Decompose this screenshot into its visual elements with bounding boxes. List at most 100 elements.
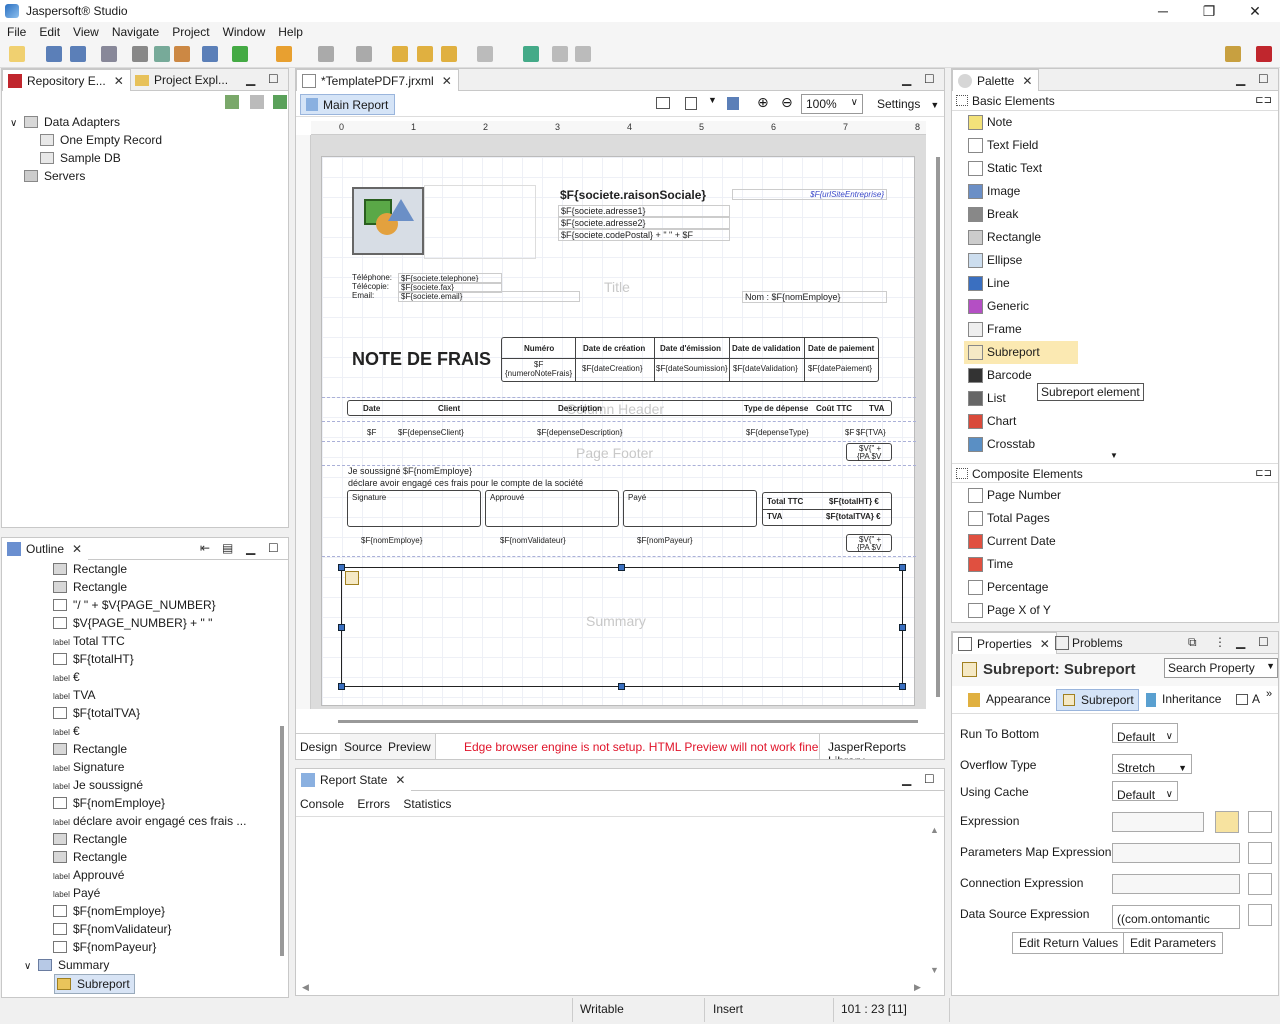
email-field[interactable]: $F{societe.email} bbox=[398, 291, 580, 302]
filter-icon[interactable]: ▤ bbox=[222, 541, 233, 555]
palette-item-ellipse[interactable]: Ellipse bbox=[952, 249, 1278, 272]
scroll-right-icon[interactable]: ▶ bbox=[914, 982, 921, 993]
open-folder-icon[interactable] bbox=[1215, 811, 1239, 833]
jaspersoft-perspective-icon[interactable] bbox=[1256, 46, 1272, 62]
outline-item[interactable]: $F{totalTVA} bbox=[53, 704, 288, 722]
note-de-frais-title[interactable]: NOTE DE FRAIS bbox=[352, 349, 491, 370]
tab-appearance[interactable]: Appearance bbox=[960, 689, 1055, 711]
back-icon[interactable] bbox=[392, 46, 408, 62]
outline-item[interactable]: Rectangle bbox=[53, 830, 288, 848]
save-icon[interactable] bbox=[46, 46, 62, 62]
tree-summary[interactable]: ∨ Summary bbox=[2, 956, 288, 974]
minimize-icon[interactable]: ▁ bbox=[1236, 635, 1245, 649]
palette-item-frame[interactable]: Frame bbox=[952, 318, 1278, 341]
minimize-icon[interactable]: ▁ bbox=[246, 541, 255, 555]
basic-elements-header[interactable]: Basic Elements ⊏⊐ bbox=[952, 91, 1278, 111]
site-field[interactable]: $F{urlSiteEntreprise} bbox=[732, 189, 887, 200]
connection-input[interactable] bbox=[1112, 874, 1240, 894]
edit-parameters-button[interactable]: Edit Parameters bbox=[1123, 932, 1224, 954]
palette-item-text-field[interactable]: Text Field bbox=[952, 134, 1278, 157]
perspective-icon[interactable] bbox=[1225, 46, 1241, 62]
maximize-icon[interactable]: ☐ bbox=[924, 772, 935, 786]
outline-item[interactable]: Rectangle bbox=[53, 740, 288, 758]
more-options-icon[interactable]: ⋮ bbox=[1214, 635, 1226, 649]
header-info-table[interactable]: Numéro Date de création Date d'émission … bbox=[501, 337, 879, 382]
tab-properties[interactable]: Properties ✕ bbox=[952, 632, 1057, 654]
outline-item[interactable]: label TVA bbox=[53, 686, 288, 704]
maximize-icon[interactable]: ☐ bbox=[268, 541, 279, 555]
maximize-icon[interactable]: ☐ bbox=[268, 72, 279, 86]
new-view-icon[interactable]: ⧉ bbox=[1188, 635, 1197, 650]
data-source-input[interactable]: ((com.ontomantic bbox=[1112, 905, 1240, 929]
menu-file[interactable]: File bbox=[0, 22, 32, 39]
expression-editor-icon[interactable] bbox=[1248, 873, 1272, 895]
scroll-down-icon[interactable]: ▼ bbox=[930, 965, 939, 975]
maximize-icon[interactable]: ☐ bbox=[1258, 72, 1269, 86]
outline-item[interactable]: $F{totalHT} bbox=[53, 650, 288, 668]
tool-icon[interactable] bbox=[276, 46, 292, 62]
palette-item-total-pages[interactable]: Total Pages bbox=[952, 507, 1278, 530]
outline-item[interactable]: $F{nomEmploye} bbox=[53, 794, 288, 812]
open-perspective-icon[interactable] bbox=[523, 46, 539, 62]
zoom-out-icon[interactable]: ⊖ bbox=[781, 94, 793, 111]
menu-navigate[interactable]: Navigate bbox=[105, 22, 165, 39]
compile-icon[interactable] bbox=[727, 97, 739, 110]
collapse-all-icon[interactable]: ⇤ bbox=[200, 541, 210, 555]
approuve-box[interactable]: Approuvé bbox=[485, 490, 619, 527]
outline-item[interactable]: label Je soussigné bbox=[53, 776, 288, 794]
minimize-button[interactable]: ─ bbox=[1140, 0, 1186, 22]
outline-item[interactable]: label Total TTC bbox=[53, 632, 288, 650]
palette-item-page-x-of-y[interactable]: Page X of Y bbox=[952, 599, 1278, 622]
palette-item-note[interactable]: Note bbox=[952, 111, 1278, 134]
scroll-down-icon[interactable]: ▼ bbox=[1110, 451, 1118, 460]
menu-edit[interactable]: Edit bbox=[32, 22, 66, 39]
outline-item[interactable]: label Payé bbox=[53, 884, 288, 902]
close-icon[interactable]: ✕ bbox=[114, 74, 124, 88]
telephone-label[interactable]: Téléphone: bbox=[352, 273, 392, 282]
expression-editor-icon[interactable] bbox=[1248, 842, 1272, 864]
edit-return-values-button[interactable]: Edit Return Values bbox=[1012, 932, 1126, 954]
outline-item[interactable]: label Approuvé bbox=[53, 866, 288, 884]
tab-project-explorer[interactable]: Project Expl... bbox=[130, 69, 234, 91]
close-window-button[interactable]: ✕ bbox=[1232, 0, 1278, 22]
jasperreports-library-button[interactable]: JasperReports Library bbox=[819, 734, 944, 759]
add-server-icon[interactable] bbox=[273, 95, 287, 109]
forward-icon[interactable] bbox=[417, 46, 433, 62]
scroll-up-icon[interactable]: ▲ bbox=[930, 825, 939, 835]
minimize-icon[interactable]: ▁ bbox=[902, 72, 911, 86]
palette-item-current-date[interactable]: Current Date bbox=[952, 530, 1278, 553]
tab-preview[interactable]: Preview bbox=[384, 734, 436, 759]
tab-outline[interactable]: Outline ✕ bbox=[2, 538, 89, 560]
minimize-icon[interactable]: ▁ bbox=[902, 772, 911, 786]
paye-box[interactable]: Payé bbox=[623, 490, 757, 527]
outline-scrollbar[interactable] bbox=[280, 726, 284, 956]
layout-icon[interactable] bbox=[656, 97, 670, 109]
nom-employe-field[interactable]: Nom : $F{nomEmploye} bbox=[742, 291, 887, 303]
logo-image[interactable] bbox=[352, 187, 424, 255]
outline-item[interactable]: $V{PAGE_NUMBER} + " " bbox=[53, 614, 288, 632]
close-icon[interactable]: ✕ bbox=[1040, 637, 1050, 651]
expression-editor-icon[interactable] bbox=[1248, 811, 1272, 833]
palette-item-subreport[interactable]: Subreport bbox=[964, 341, 1078, 364]
menu-help[interactable]: Help bbox=[271, 22, 309, 39]
preview-format-icon[interactable] bbox=[685, 97, 697, 110]
fax-label[interactable]: Télécopie: bbox=[352, 282, 389, 291]
canvas-vscroll[interactable] bbox=[936, 157, 940, 697]
save-all-icon[interactable] bbox=[70, 46, 86, 62]
nav-back-icon[interactable] bbox=[441, 46, 457, 62]
outline-item[interactable]: $F{nomValidateur} bbox=[53, 920, 288, 938]
tree-data-adapters[interactable]: ∨ Data Adapters bbox=[10, 113, 288, 131]
compile-icon[interactable] bbox=[101, 46, 117, 62]
palette-item-break[interactable]: Break bbox=[952, 203, 1278, 226]
settings-dropdown[interactable]: Settings ▼ bbox=[874, 95, 942, 113]
add-data-adapter-icon[interactable] bbox=[225, 95, 239, 109]
maximize-icon[interactable]: ☐ bbox=[1258, 635, 1269, 649]
publish-icon[interactable] bbox=[202, 46, 218, 62]
maximize-icon[interactable]: ☐ bbox=[924, 72, 935, 86]
adresse1-field[interactable]: $F{societe.adresse1} bbox=[558, 205, 730, 217]
palette-item-chart[interactable]: Chart bbox=[952, 410, 1278, 433]
outline-item[interactable]: Rectangle bbox=[53, 560, 288, 578]
composite-elements-header[interactable]: Composite Elements ⊏⊐ bbox=[952, 463, 1278, 483]
expression-editor-icon[interactable] bbox=[1248, 904, 1272, 926]
tab-console[interactable]: Console bbox=[300, 797, 344, 811]
